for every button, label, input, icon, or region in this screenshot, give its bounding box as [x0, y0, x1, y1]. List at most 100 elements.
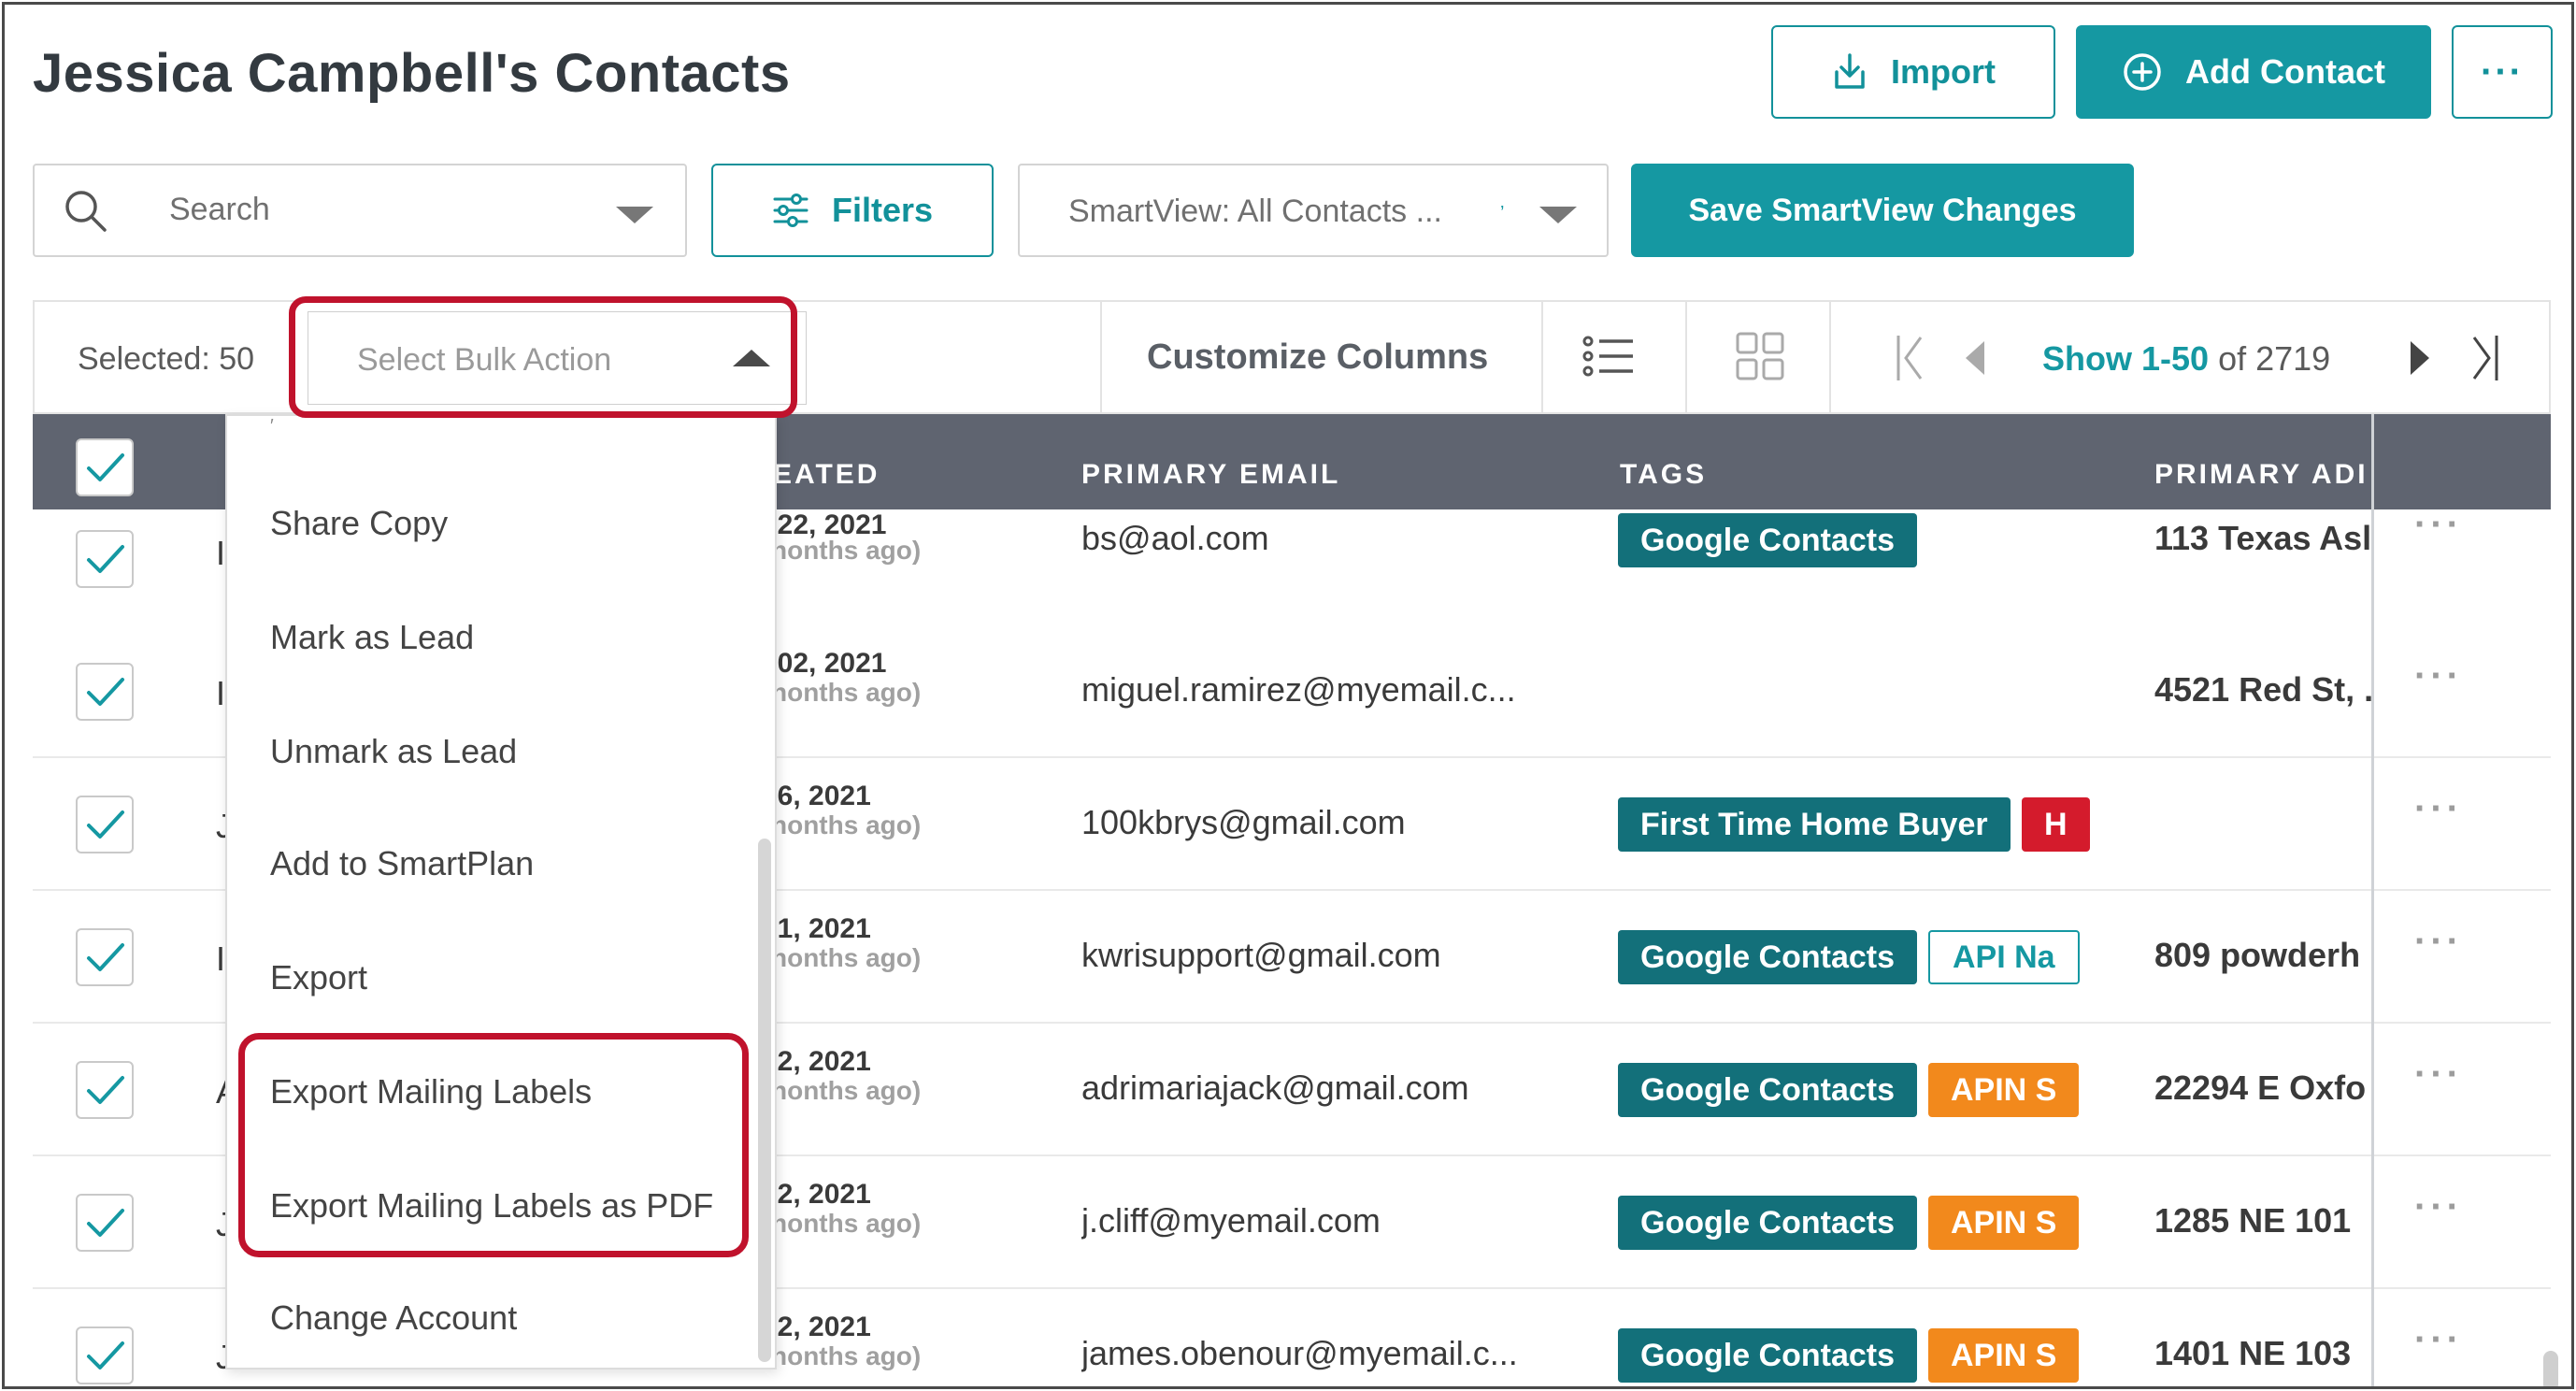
tag-badge[interactable]: Google Contacts	[1618, 1328, 1918, 1383]
primary-address: 22294 E Oxfo	[2154, 1068, 2367, 1107]
row-checkbox[interactable]	[76, 796, 134, 853]
menu-item-add-to-smartplan[interactable]: Add to SmartPlan	[270, 844, 534, 883]
filters-label: Filters	[831, 191, 934, 229]
primary-email[interactable]: bs@aol.com	[1081, 519, 1269, 558]
row-checkbox[interactable]	[76, 1061, 134, 1119]
column-header-primary-address[interactable]: PRIMARY ADI	[2154, 459, 2368, 491]
tag-badge[interactable]: APIN S	[1928, 1196, 2080, 1250]
menu-item-unmark-as-lead[interactable]: Unmark as Lead	[270, 732, 517, 771]
row-checkbox[interactable]	[76, 1326, 134, 1384]
app-frame: Jessica Campbell's Contacts Import Add C…	[2, 2, 2574, 1389]
primary-email[interactable]: james.obenour@myemail.c...	[1081, 1334, 1518, 1373]
contact-name-fragment[interactable]: I	[216, 939, 225, 979]
row-more-icon[interactable]: ···	[2414, 504, 2463, 546]
row-more-icon[interactable]: ···	[2414, 1186, 2463, 1228]
last-page-icon[interactable]	[2467, 332, 2504, 384]
menu-item-change-account[interactable]: Change Account	[270, 1298, 517, 1338]
column-header-created[interactable]: EATED	[773, 459, 880, 491]
more-options-button[interactable]: ···	[2452, 25, 2553, 119]
divider	[1541, 302, 1543, 412]
list-view-icon[interactable]	[1582, 334, 1635, 379]
chevron-down-icon[interactable]	[1539, 207, 1577, 223]
pager-text: Show 1-50 of 2719	[2042, 339, 2330, 379]
first-page-icon[interactable]	[1893, 332, 1930, 384]
row-checkbox[interactable]	[76, 928, 134, 986]
pagination	[1885, 328, 1990, 388]
column-header-primary-email[interactable]: PRIMARY EMAIL	[1081, 459, 1340, 491]
select-all-checkbox[interactable]	[76, 438, 134, 496]
contact-name-fragment[interactable]: I	[216, 534, 225, 573]
row-more-icon[interactable]: ···	[2414, 788, 2463, 830]
primary-email[interactable]: 100kbrys@gmail.com	[1081, 803, 1406, 842]
tag-badge[interactable]: APIN S	[1928, 1328, 2080, 1383]
page-scrollbar[interactable]	[2543, 1351, 2558, 1386]
row-checkbox[interactable]	[76, 530, 134, 588]
pager-total: of 2719	[2209, 339, 2331, 378]
created-relative: nonths ago)	[771, 1209, 922, 1238]
created-date: 22, 2021	[762, 1046, 871, 1077]
tag-badge[interactable]: Google Contacts	[1618, 513, 1918, 567]
checkbox-checked-icon	[87, 1076, 124, 1104]
menu-item-export[interactable]: Export	[270, 958, 367, 997]
filter-sliders-icon	[773, 194, 809, 227]
checkbox-checked-icon	[87, 1341, 124, 1369]
tag-badge[interactable]: APIN S	[1928, 1063, 2080, 1117]
row-more-icon[interactable]: ···	[2414, 655, 2463, 697]
checkbox-checked-icon	[87, 1209, 124, 1237]
column-header-tags[interactable]: TAGS	[1620, 459, 1707, 491]
contact-name-fragment[interactable]: I	[216, 674, 225, 713]
import-button[interactable]: Import	[1771, 25, 2055, 119]
add-contact-button[interactable]: Add Contact	[2076, 25, 2431, 119]
next-page-icon[interactable]	[2405, 337, 2433, 379]
row-checkbox[interactable]	[76, 663, 134, 721]
smartview-label: SmartView: All Contacts ...	[1068, 194, 1442, 229]
divider	[1685, 302, 1687, 412]
more-icon: ···	[2481, 50, 2524, 93]
tag-badge[interactable]: H	[2022, 797, 2090, 852]
created-date: / 02, 2021	[762, 648, 887, 679]
menu-scrollbar[interactable]	[758, 839, 771, 1362]
customize-columns-button[interactable]: Customize Columns	[1147, 337, 1488, 378]
page-title: Jessica Campbell's Contacts	[33, 43, 791, 104]
primary-email[interactable]: adrimariajack@gmail.com	[1081, 1068, 1469, 1108]
checkbox-checked-icon	[87, 545, 124, 573]
pager-range: 1-50	[2141, 339, 2210, 378]
tag-badge[interactable]: API Na	[1928, 930, 2080, 984]
row-more-icon[interactable]: ···	[2414, 1319, 2463, 1361]
tag-badge[interactable]: Google Contacts	[1618, 1063, 1918, 1117]
tags-cell: Google Contacts API Na	[1618, 926, 2100, 992]
grid-view-icon[interactable]	[1736, 332, 1784, 380]
created-relative: nonths ago)	[771, 536, 922, 565]
row-more-icon[interactable]: ···	[2414, 921, 2463, 963]
tag-badge[interactable]: Google Contacts	[1618, 1196, 1918, 1250]
primary-email[interactable]: miguel.ramirez@myemail.c...	[1081, 670, 1516, 710]
tag-badge[interactable]: Google Contacts	[1618, 930, 1918, 984]
chevron-down-icon[interactable]	[616, 207, 653, 223]
previous-page-icon[interactable]	[1962, 337, 1990, 379]
menu-scroll-hint: ′	[270, 416, 274, 437]
row-checkbox[interactable]	[76, 1194, 134, 1252]
created-date: 26, 2021	[762, 781, 871, 811]
frozen-column-divider	[2371, 414, 2374, 1386]
smartview-select[interactable]: SmartView: All Contacts ... ’	[1018, 164, 1609, 257]
primary-address: 4521 Red St, .	[2154, 670, 2374, 709]
menu-item-share-copy[interactable]: Share Copy	[270, 504, 448, 543]
divider	[1829, 302, 1831, 412]
created-date: 22, 2021	[762, 1312, 871, 1342]
search-input[interactable]: Search	[169, 192, 270, 228]
primary-address: 1285 NE 101	[2154, 1201, 2352, 1240]
pager-show: Show	[2042, 339, 2141, 378]
tags-cell	[1618, 661, 2100, 726]
save-smartview-button[interactable]: Save SmartView Changes	[1631, 164, 2134, 257]
created-relative: nonths ago)	[771, 1076, 922, 1105]
primary-email[interactable]: kwrisupport@gmail.com	[1081, 936, 1441, 975]
filters-button[interactable]: Filters	[711, 164, 994, 257]
created-relative: nonths ago)	[771, 1341, 922, 1370]
primary-email[interactable]: j.cliff@myemail.com	[1081, 1201, 1381, 1240]
menu-item-mark-as-lead[interactable]: Mark as Lead	[270, 618, 474, 657]
row-more-icon[interactable]: ···	[2414, 1054, 2463, 1096]
search-box[interactable]: Search	[33, 164, 687, 257]
tag-badge[interactable]: First Time Home Buyer	[1618, 797, 2011, 852]
add-contact-label: Add Contact	[2185, 52, 2385, 91]
checkbox-checked-icon	[87, 810, 124, 839]
